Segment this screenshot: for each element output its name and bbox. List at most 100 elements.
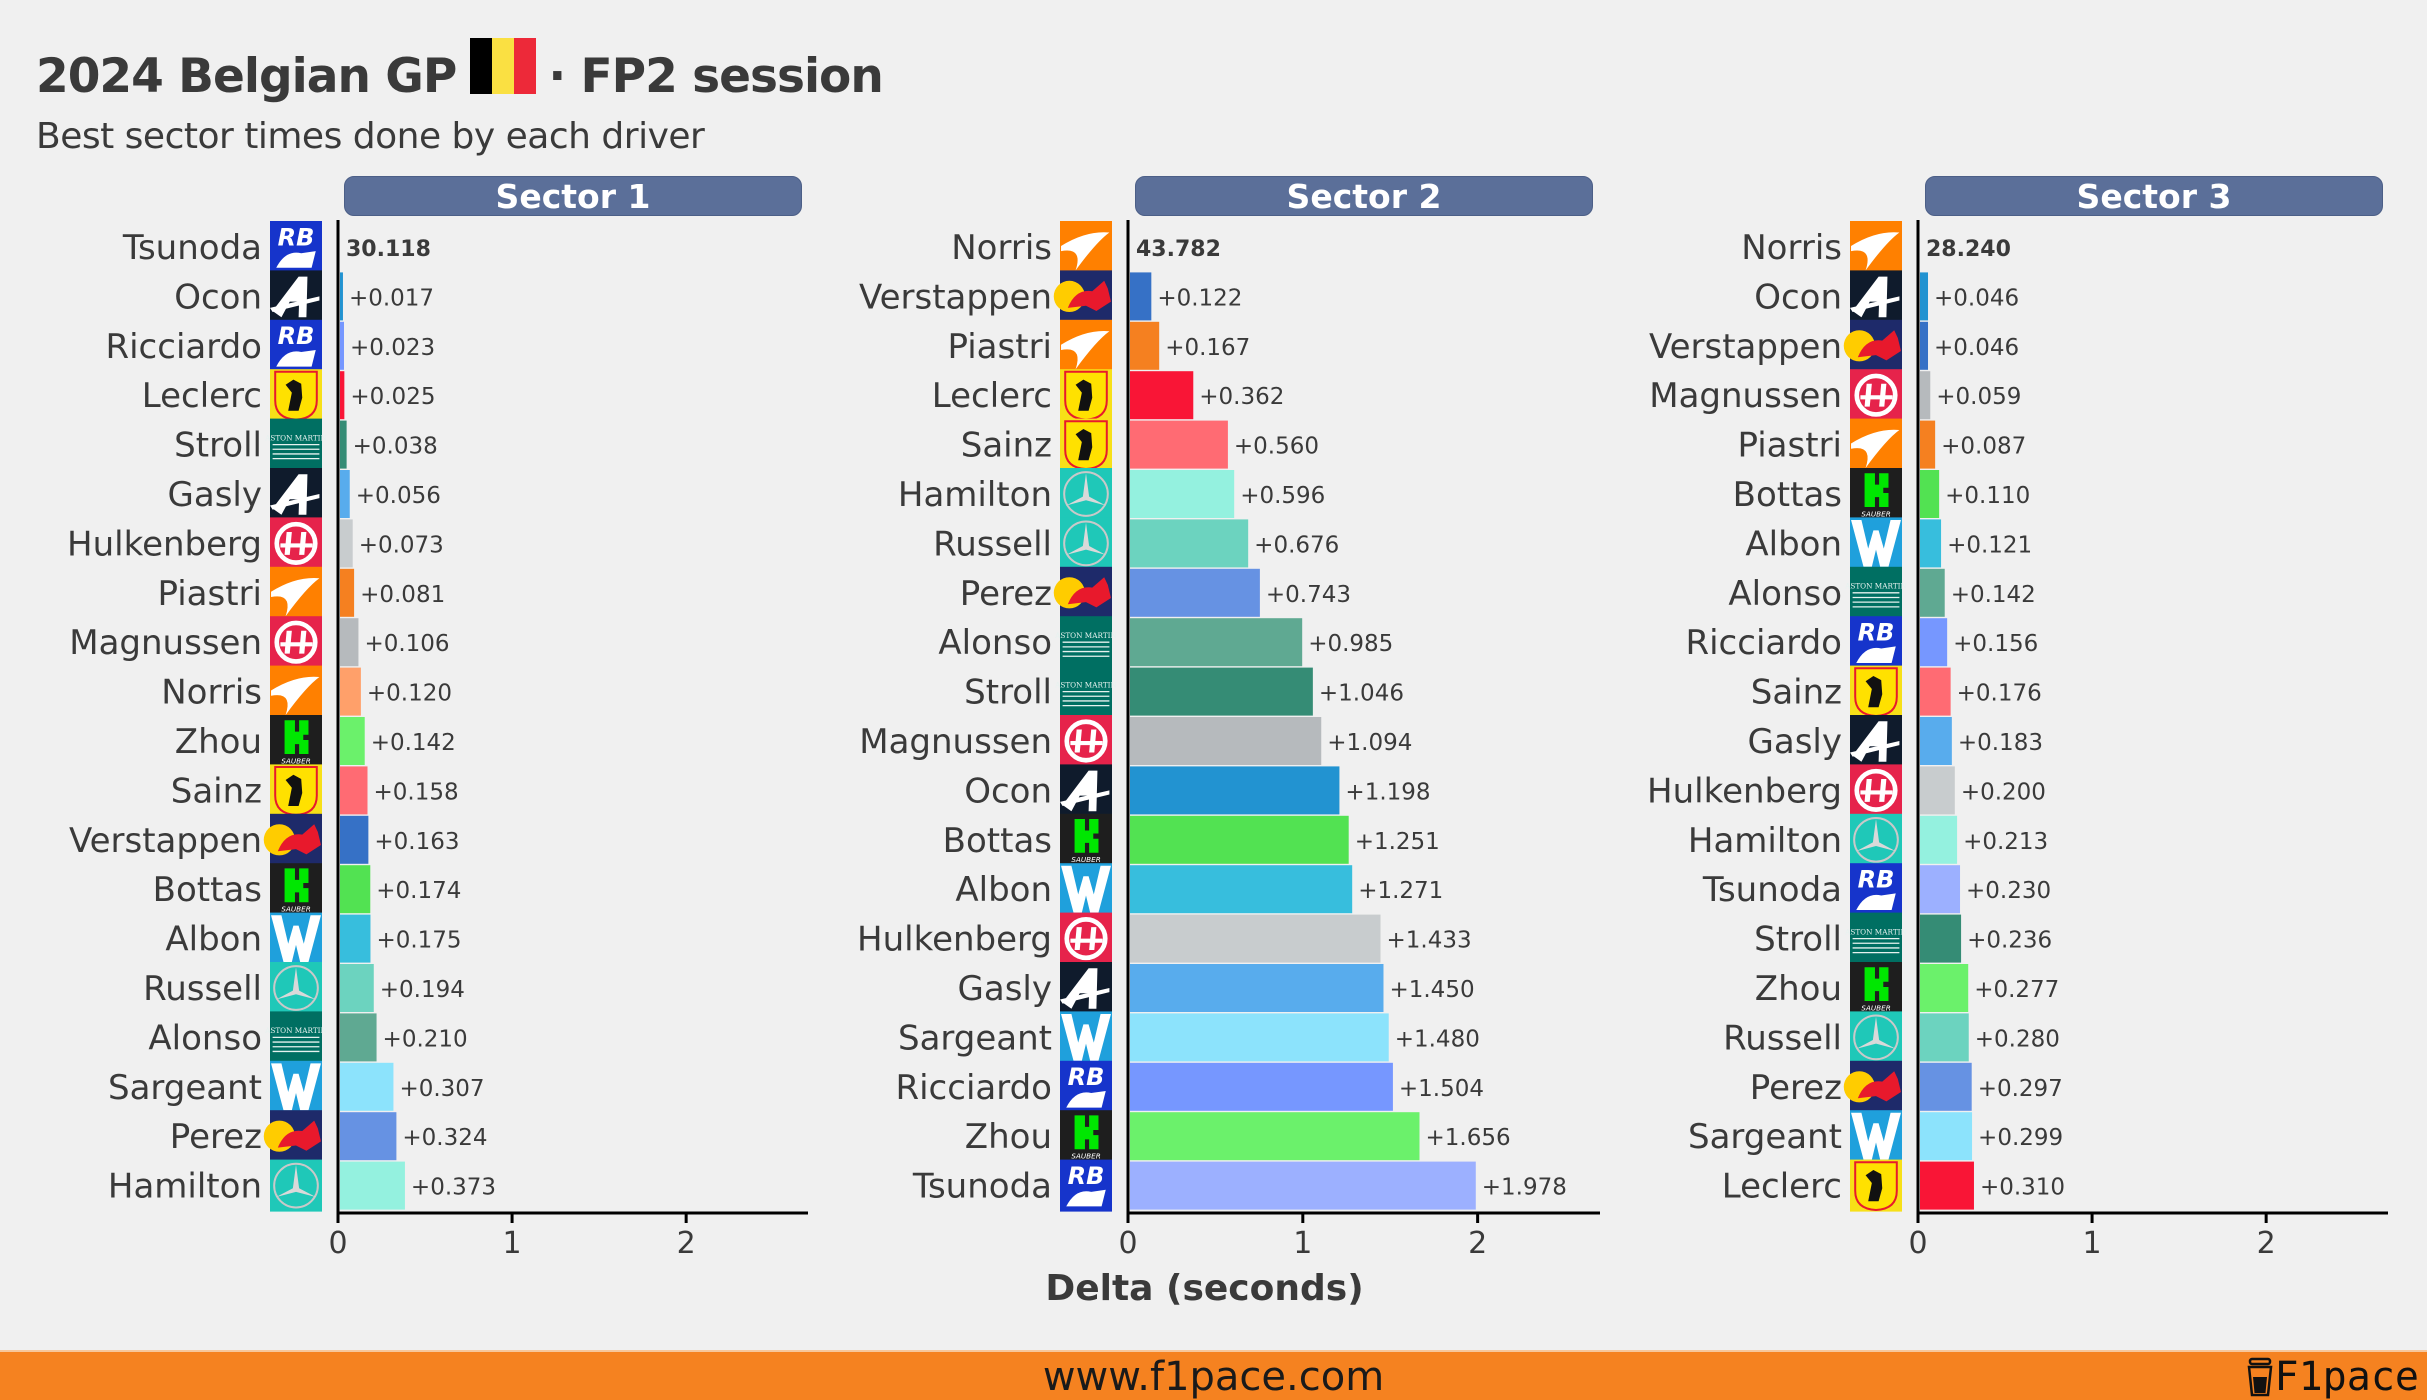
- x-tick-label: 1: [1293, 1226, 1312, 1261]
- footer-brand: F1pace: [2247, 1354, 2419, 1400]
- ferrari-horse-logo-icon: [1850, 665, 1902, 718]
- rb-letters: RB: [1858, 866, 1895, 894]
- driver-label: Bottas: [1733, 475, 1842, 515]
- aston-martin-wings-logo-icon: ASTON MARTIN: [1844, 566, 1908, 619]
- driver-label: Bottas: [943, 821, 1052, 861]
- delta-label: +0.175: [376, 928, 461, 954]
- alpine-a-logo-icon: [270, 270, 322, 323]
- driver-label: Ricciardo: [895, 1068, 1052, 1108]
- rb-letters: RB: [1068, 1063, 1105, 1091]
- best-time-label: 43.782: [1136, 237, 1221, 262]
- bar: [1920, 1013, 1969, 1062]
- delta-label: +0.236: [1967, 928, 2052, 954]
- bar: [340, 568, 355, 617]
- red-bull-logo-icon: [1053, 566, 1112, 619]
- bar: [1920, 568, 1945, 617]
- ferrari-horse-logo-icon: [1850, 1159, 1902, 1212]
- alpine-a-logo-icon: [1060, 962, 1112, 1014]
- driver-label: Piastri: [947, 327, 1052, 367]
- driver-label: Norris: [1741, 228, 1842, 268]
- bar: [1130, 420, 1228, 469]
- delta-label: +0.087: [1941, 434, 2026, 460]
- bar: [1920, 1161, 1974, 1210]
- driver-label: Ocon: [964, 771, 1052, 811]
- bar: [340, 519, 353, 568]
- kick-sauber-k-logo-icon: SAUBER: [1850, 962, 1902, 1014]
- bar: [1920, 914, 1962, 963]
- rb-letters: RB: [1858, 619, 1895, 647]
- bar: [1920, 815, 1958, 864]
- delta-label: +0.362: [1199, 384, 1284, 410]
- aston-martin-text: ASTON MARTIN: [1054, 680, 1117, 689]
- sector-3-chart: Norris Ocon Verstappen Magnussen Piastri Bott…: [1647, 220, 2388, 1261]
- driver-label: Ricciardo: [1685, 623, 1842, 663]
- sauber-text: SAUBER: [1861, 509, 1891, 518]
- bar: [1920, 766, 1955, 815]
- driver-label: Piastri: [157, 574, 262, 614]
- delta-label: +0.743: [1266, 582, 1351, 608]
- delta-label: +0.373: [411, 1175, 496, 1201]
- delta-label: +0.158: [374, 779, 459, 805]
- alpine-a-logo-icon: [270, 468, 322, 520]
- delta-label: +0.120: [367, 681, 452, 707]
- delta-label: +0.122: [1157, 285, 1242, 311]
- driver-label: Alonso: [938, 623, 1052, 663]
- mercedes-star-logo-icon: [270, 962, 322, 1014]
- aston-martin-wings-logo-icon: ASTON MARTIN: [1054, 665, 1118, 718]
- driver-label: Gasly: [1748, 722, 1842, 762]
- delta-label: +0.985: [1308, 631, 1393, 657]
- bar: [1130, 717, 1322, 765]
- sector-2-chart: Norris Verstappen Piastri Leclerc Sainz Hamil…: [857, 220, 1600, 1261]
- bar: [340, 272, 343, 321]
- alpine-a-logo-icon: [1850, 715, 1902, 767]
- bar: [1130, 815, 1349, 864]
- aston-martin-text: ASTON MARTIN: [264, 433, 327, 442]
- driver-label: Magnussen: [1649, 376, 1842, 416]
- driver-label: Albon: [165, 920, 262, 960]
- bar: [340, 964, 374, 1012]
- driver-label: Hulkenberg: [67, 524, 262, 564]
- driver-label: Leclerc: [142, 376, 262, 416]
- kick-sauber-k-logo-icon: SAUBER: [1060, 813, 1112, 866]
- delta-label: +1.978: [1482, 1175, 1567, 1201]
- delta-label: +0.560: [1234, 434, 1319, 460]
- rb-bull-logo-icon: RB: [1060, 1060, 1112, 1113]
- haas-h-logo-icon: [270, 616, 322, 669]
- footer-url-link[interactable]: www.f1pace.com: [0, 1354, 2427, 1400]
- delta-label: +1.480: [1395, 1026, 1480, 1052]
- mclaren-swoosh-logo-icon: [1060, 319, 1112, 372]
- driver-label: Sargeant: [108, 1068, 262, 1108]
- bar: [1130, 618, 1303, 667]
- bar: [1130, 1013, 1389, 1062]
- delta-label: +0.230: [1966, 878, 2051, 904]
- alpine-a-logo-icon: [1060, 764, 1112, 817]
- driver-label: Verstappen: [69, 821, 262, 861]
- bar: [1920, 321, 1929, 370]
- coffee-cup-icon: [2247, 1357, 2272, 1397]
- bar: [1130, 1112, 1420, 1161]
- delta-label: +0.025: [350, 384, 435, 410]
- delta-label: +0.299: [1978, 1125, 2063, 1151]
- sauber-text: SAUBER: [1861, 1003, 1891, 1012]
- bar: [1920, 717, 1952, 765]
- delta-label: +0.156: [1953, 631, 2038, 657]
- delta-label: +1.656: [1425, 1125, 1510, 1151]
- delta-label: +1.433: [1387, 928, 1472, 954]
- haas-h-logo-icon: [1850, 764, 1902, 817]
- kick-sauber-k-logo-icon: SAUBER: [270, 715, 322, 767]
- williams-w-logo-icon: [1060, 863, 1112, 916]
- driver-label: Perez: [960, 574, 1052, 614]
- driver-label: Stroll: [174, 426, 262, 466]
- williams-w-logo-icon: [1850, 1110, 1902, 1163]
- driver-label: Hulkenberg: [1647, 771, 1842, 811]
- sector-2-panel: Sector 2 Norris Verstappen Piastri Leclerc S…: [790, 0, 1610, 1340]
- bar: [1130, 667, 1313, 716]
- mercedes-star-logo-icon: [1850, 813, 1902, 866]
- x-tick-label: 0: [328, 1226, 347, 1261]
- kick-sauber-k-logo-icon: SAUBER: [270, 863, 322, 916]
- driver-label: Ricciardo: [105, 327, 262, 367]
- driver-labels-group: Tsunoda Ocon Ricciardo Leclerc Stroll Gasly Hu…: [67, 228, 262, 1207]
- driver-label: Norris: [161, 673, 262, 713]
- x-tick-label: 2: [677, 1226, 696, 1261]
- red-bull-logo-icon: [263, 813, 322, 866]
